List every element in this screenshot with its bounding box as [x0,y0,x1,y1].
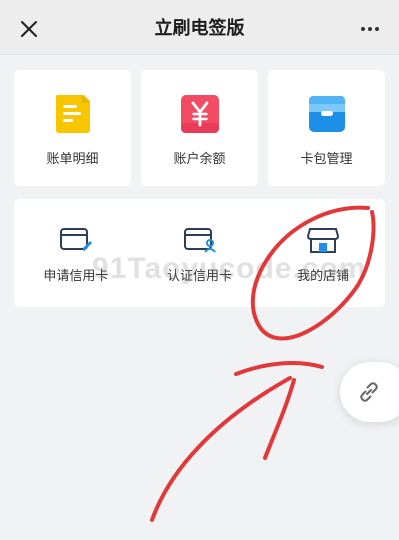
my-store-icon [306,225,340,255]
more-button[interactable] [357,20,383,38]
service-my-store[interactable]: 我的店铺 [261,199,385,307]
floating-link-button[interactable] [340,362,399,422]
card-label: 账户余额 [173,152,226,167]
apply-credit-card-icon [59,225,93,255]
card-bill-detail[interactable]: 账单明细 [14,70,131,186]
card-label: 卡包管理 [300,152,353,167]
bill-detail-icon [53,94,93,134]
page: 立刷电签版 账单明细 账户余额 卡包管理 申请信用卡 认证信用卡 我的店铺 91… [0,0,399,540]
service-apply-credit-card[interactable]: 申请信用卡 [14,199,138,307]
quick-cards-row: 账单明细 账户余额 卡包管理 [14,70,385,186]
yuan-balance-icon [180,94,220,134]
header-bar: 立刷电签版 [0,0,399,55]
card-account-balance[interactable]: 账户余额 [141,70,258,186]
more-dot [375,27,379,31]
service-label: 认证信用卡 [167,269,233,284]
verify-credit-card-icon [183,225,217,255]
service-label: 申请信用卡 [43,269,109,284]
more-horizontal-icon [361,27,365,31]
page-title: 立刷电签版 [154,18,245,39]
more-dot [368,27,372,31]
card-wallet-icon [307,94,347,134]
card-label: 账单明细 [46,152,99,167]
service-label: 我的店铺 [297,269,350,284]
close-icon [21,21,37,37]
link-icon [360,382,378,402]
services-panel: 申请信用卡 认证信用卡 我的店铺 [14,199,385,307]
card-wallet-manage[interactable]: 卡包管理 [268,70,385,186]
close-button[interactable] [18,18,40,40]
service-verify-credit-card[interactable]: 认证信用卡 [138,199,262,307]
